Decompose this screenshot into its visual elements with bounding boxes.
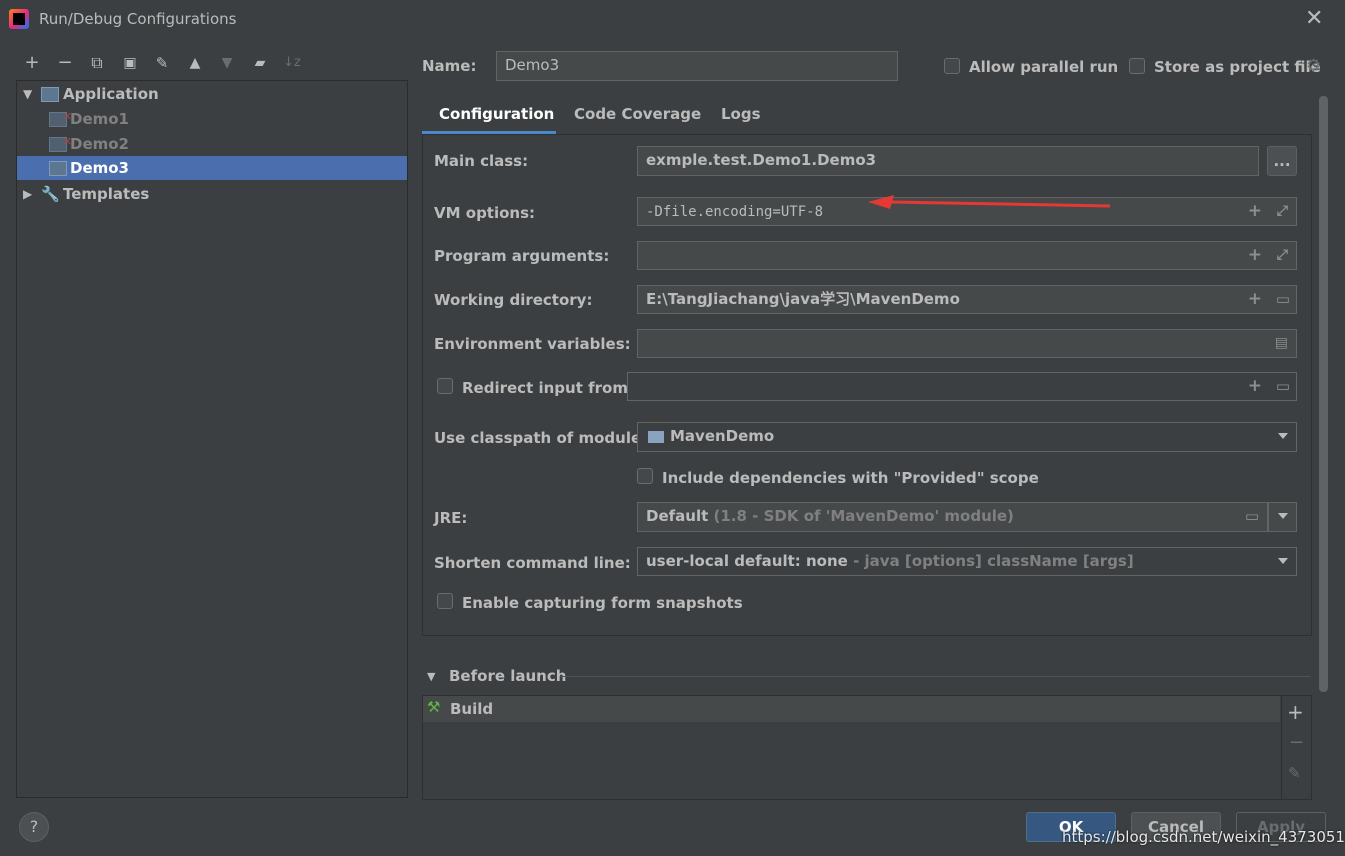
save-config-icon[interactable]: ▣ (118, 51, 142, 75)
help-button[interactable]: ? (19, 812, 49, 842)
folder-icon[interactable]: ▭ (1245, 503, 1259, 529)
redirect-input-label: Redirect input from: (462, 379, 634, 397)
move-down-icon[interactable]: ▼ (215, 51, 239, 75)
shorten-cmd-select[interactable]: user-local default: none - java [options… (637, 547, 1297, 576)
vm-options-label: VM options: (434, 204, 536, 222)
expand-arrow-icon[interactable]: ▼ (23, 82, 32, 106)
store-project-label: Store as project file (1154, 58, 1321, 76)
remove-config-button[interactable]: − (53, 51, 77, 75)
scrollbar[interactable] (1319, 96, 1328, 692)
application-icon (41, 87, 59, 102)
working-dir-input[interactable]: E:\TangJiachang\java学习\MavenDemo + ▭ (637, 285, 1297, 314)
working-dir-value: E:\TangJiachang\java学习\MavenDemo (646, 290, 960, 308)
move-up-icon[interactable]: ▲ (183, 51, 207, 75)
before-launch-toolbar: + − ✎ (1281, 695, 1312, 800)
wrench-icon[interactable]: ✎ (150, 51, 174, 75)
include-deps-label: Include dependencies with "Provided" sco… (662, 469, 1039, 487)
tree-item-label: Demo2 (70, 135, 129, 153)
gear-icon[interactable]: ⚙ (1306, 56, 1321, 76)
chevron-down-icon[interactable] (1278, 433, 1288, 439)
tab-configuration[interactable]: Configuration (439, 105, 554, 123)
name-input[interactable]: Demo3 (496, 51, 898, 81)
watermark: https://blog.csdn.net/weixin_43730516 (1062, 828, 1345, 846)
browse-main-class-button[interactable]: ... (1267, 146, 1297, 176)
expand-icon[interactable]: ⤢ (1277, 242, 1288, 268)
working-dir-label: Working directory: (434, 291, 593, 309)
shorten-cmd-label: Shorten command line: (434, 554, 631, 572)
close-icon[interactable]: ✕ (1305, 6, 1323, 31)
add-task-icon[interactable]: + (1287, 700, 1304, 724)
wrench-icon: 🔧 (41, 185, 60, 203)
before-launch-item[interactable]: ⚒ Build (423, 696, 1280, 722)
shorten-cmd-detail: - java [options] className [args] (853, 552, 1134, 570)
config-tree[interactable]: ▼ Application ✕ Demo1 ✕ Demo2 Demo3 ▶ 🔧 … (16, 80, 408, 798)
before-launch-label: Before launch (449, 667, 567, 685)
allow-parallel-label: Allow parallel run (969, 58, 1119, 76)
shorten-cmd-value: user-local default: none (646, 552, 848, 570)
add-config-button[interactable]: + (20, 51, 44, 75)
env-vars-label: Environment variables: (434, 335, 631, 353)
name-label: Name: (422, 57, 477, 75)
new-folder-icon[interactable]: ▰ (248, 51, 272, 75)
folder-icon[interactable]: ▭ (1276, 286, 1290, 312)
module-icon (648, 430, 664, 443)
env-vars-input[interactable]: ▤ (637, 329, 1297, 358)
before-launch-item-label: Build (450, 700, 494, 718)
plus-icon[interactable]: + (1248, 286, 1262, 312)
config-icon (49, 161, 67, 176)
collapse-arrow-icon[interactable]: ▶ (23, 182, 32, 206)
tree-item-demo1[interactable]: ✕ Demo1 (17, 107, 407, 131)
vm-options-value: -Dfile.encoding=UTF-8 (646, 204, 824, 220)
sort-icon[interactable]: ↓z (280, 51, 304, 75)
tab-code-coverage[interactable]: Code Coverage (574, 105, 701, 123)
tree-item-label: Demo3 (70, 159, 129, 177)
tree-item-demo2[interactable]: ✕ Demo2 (17, 132, 407, 156)
config-error-icon: ✕ (49, 110, 72, 127)
store-project-checkbox[interactable] (1129, 58, 1145, 74)
jre-dropdown-button[interactable] (1268, 502, 1297, 532)
main-class-input[interactable]: exmple.test.Demo1.Demo3 (637, 146, 1259, 176)
edit-task-icon[interactable]: ✎ (1288, 764, 1301, 782)
divider (560, 676, 1310, 677)
tab-logs[interactable]: Logs (721, 105, 761, 123)
main-class-label: Main class: (434, 152, 529, 170)
copy-config-icon[interactable]: ⧉ (85, 51, 109, 75)
classpath-select[interactable]: MavenDemo (637, 422, 1297, 452)
redirect-input-field[interactable]: + ▭ (627, 372, 1297, 401)
classpath-label: Use classpath of module: (434, 429, 648, 447)
red-arrow-annotation (868, 195, 1111, 209)
document-icon[interactable]: ▤ (1275, 330, 1288, 356)
classpath-value: MavenDemo (670, 427, 775, 445)
plus-icon[interactable]: + (1248, 198, 1262, 224)
collapse-arrow-icon[interactable]: ▼ (427, 670, 435, 683)
jre-input[interactable]: Default (1.8 - SDK of 'MavenDemo' module… (637, 502, 1268, 532)
window-title: Run/Debug Configurations (39, 10, 237, 28)
allow-parallel-checkbox[interactable] (944, 58, 960, 74)
tree-templates[interactable]: ▶ 🔧 Templates (17, 182, 407, 206)
program-args-input[interactable]: + ⤢ (637, 241, 1297, 270)
tree-templates-label: Templates (63, 185, 150, 203)
redirect-input-checkbox[interactable] (437, 378, 453, 394)
hammer-icon: ⚒ (427, 698, 441, 716)
snapshots-checkbox[interactable] (437, 593, 453, 609)
tree-item-demo3[interactable]: Demo3 (17, 156, 407, 180)
folder-icon[interactable]: ▭ (1276, 373, 1290, 399)
tree-application[interactable]: ▼ Application (17, 82, 407, 106)
tree-item-label: Demo1 (70, 110, 129, 128)
tree-application-label: Application (63, 85, 159, 103)
jre-label: JRE: (434, 509, 468, 527)
include-deps-checkbox[interactable] (637, 468, 653, 484)
plus-icon[interactable]: + (1248, 242, 1262, 268)
chevron-down-icon[interactable] (1278, 558, 1288, 564)
jre-value: Default (646, 507, 709, 525)
jre-value-detail: (1.8 - SDK of 'MavenDemo' module) (713, 507, 1014, 525)
program-args-label: Program arguments: (434, 247, 610, 265)
expand-icon[interactable]: ⤢ (1277, 198, 1288, 224)
intellij-logo-icon (9, 9, 29, 29)
snapshots-label: Enable capturing form snapshots (462, 594, 743, 612)
plus-icon[interactable]: + (1248, 373, 1262, 399)
chevron-down-icon (1278, 513, 1288, 519)
remove-task-icon[interactable]: − (1289, 732, 1304, 753)
config-error-icon: ✕ (49, 135, 72, 152)
